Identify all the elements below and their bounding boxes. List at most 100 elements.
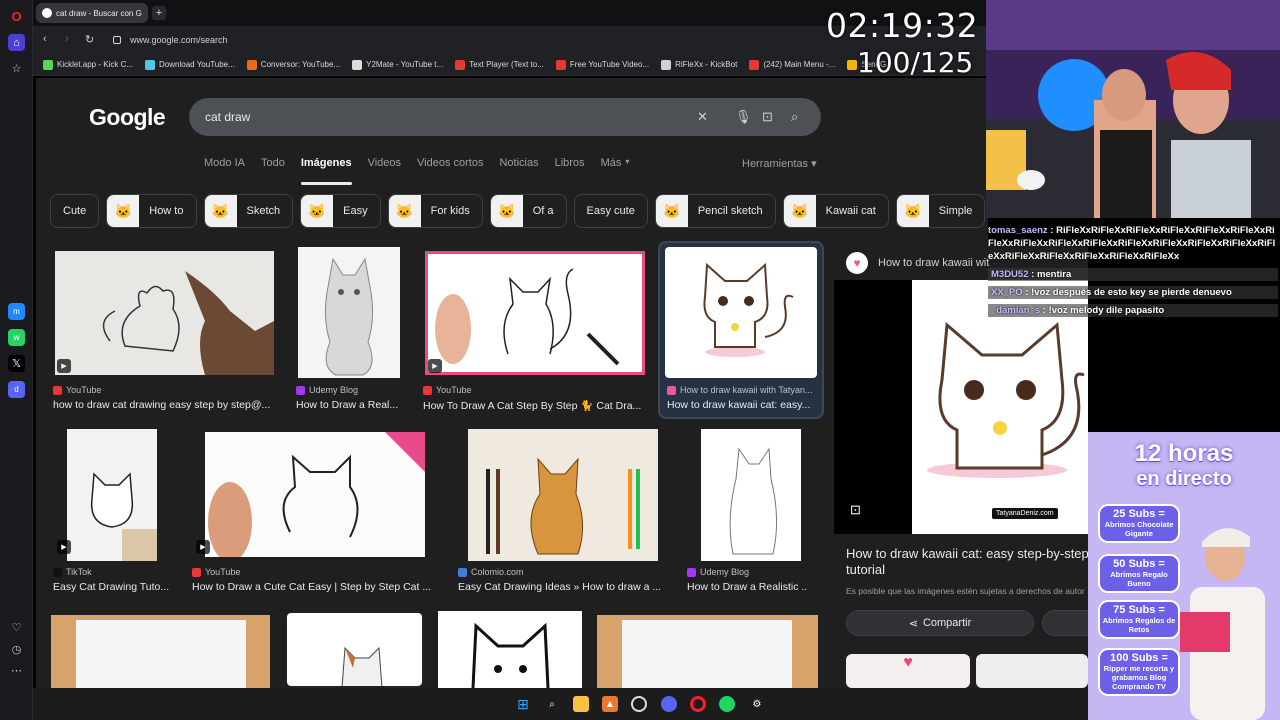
related-thumb-2[interactable]	[976, 654, 1088, 688]
result-image-5[interactable]	[67, 429, 157, 561]
bookmark-item[interactable]: Text Player (Text to...	[455, 59, 544, 70]
refinement-chip[interactable]: 🐱 Of a	[489, 194, 567, 228]
result-title[interactable]: Easy Cat Drawing Ideas » How to draw a .…	[458, 581, 668, 593]
refinement-chip[interactable]: 🐱 How to	[106, 194, 197, 228]
result-source[interactable]: Udemy Blog	[687, 567, 807, 577]
bookmark-label: Free YouTube Video...	[569, 60, 650, 69]
chip-label: How to	[149, 205, 184, 217]
opera-logo-icon[interactable]: O	[8, 8, 25, 25]
result-image-9[interactable]	[51, 615, 270, 688]
search-tab[interactable]: Videos cortos	[417, 157, 483, 177]
preview-title[interactable]: How to draw kawaii cat: easy step-by-ste…	[846, 546, 1088, 578]
search-tab[interactable]: Noticias	[499, 157, 538, 177]
opera-taskbar-icon[interactable]	[690, 696, 706, 712]
result-title[interactable]: How to Draw a Real...	[296, 399, 406, 411]
new-tab-button[interactable]: +	[152, 6, 166, 20]
related-thumb-1[interactable]: ♥	[846, 654, 970, 688]
heart-icon[interactable]: ♡	[8, 619, 25, 636]
refinement-chip[interactable]: Cute	[50, 194, 100, 228]
spotify-icon[interactable]	[719, 696, 735, 712]
result-source[interactable]: Udemy Blog	[296, 385, 406, 395]
result-image-2[interactable]	[298, 247, 400, 378]
source-favicon-icon	[667, 385, 676, 395]
lens-camera-icon[interactable]: ⊡	[762, 109, 773, 125]
bookmark-item[interactable]: Kicklet.app - Kick C...	[43, 59, 133, 70]
realistic-cat-image	[324, 257, 374, 376]
result-title[interactable]: How to Draw a Realistic ...	[687, 581, 807, 593]
bookmark-item[interactable]: (242) Main Menu -...	[749, 59, 835, 70]
result-source[interactable]: YouTube	[53, 385, 278, 395]
bookmarks-bar: Kicklet.app - Kick C... Download YouTube.…	[33, 54, 988, 76]
search-tab[interactable]: Libros	[555, 157, 585, 177]
url-text: www.google.com/search	[130, 35, 228, 45]
save-button[interactable]	[1042, 610, 1088, 636]
refinement-chip[interactable]: 🐱 Easy	[300, 194, 381, 228]
result-title[interactable]: How To Draw A Cat Step By Step 🐈 Cat Dra…	[423, 399, 648, 412]
result-source[interactable]: TikTok	[53, 567, 173, 577]
refinement-chip[interactable]: Easy cute	[573, 194, 648, 228]
bookmark-item[interactable]: Free YouTube Video...	[555, 59, 650, 70]
messenger-icon[interactable]: m	[8, 303, 25, 320]
result-image-8[interactable]	[701, 429, 801, 561]
result-source[interactable]: YouTube	[423, 385, 648, 395]
tab-google-search[interactable]: cat draw - Buscar con Go	[36, 3, 148, 23]
search-tab[interactable]: Imágenes	[300, 157, 352, 185]
preview-source[interactable]: ♥ How to draw kawaii wit	[846, 252, 989, 274]
result-image-1[interactable]	[55, 251, 274, 375]
result-image-10[interactable]	[285, 611, 424, 688]
home-icon[interactable]: ⌂	[8, 34, 25, 51]
x-twitter-icon[interactable]: 𝕏	[8, 355, 25, 372]
result-image-12[interactable]	[597, 615, 818, 688]
bookmark-item[interactable]: Download YouTube...	[145, 59, 235, 70]
chip-thumbnail-icon: 🐱	[301, 195, 334, 227]
result-source[interactable]: Colomio.com	[458, 567, 668, 577]
refinement-chip[interactable]: 🐱 Sketch	[203, 194, 294, 228]
more-dots-icon[interactable]: ⋯	[8, 662, 25, 679]
history-clock-icon[interactable]: ◷	[8, 641, 25, 658]
app-orange-icon[interactable]: ▲	[602, 696, 618, 712]
refinement-chip[interactable]: 🐱 For kids	[387, 194, 483, 228]
promo-goal: 50 Subs = Abrimos Regalo Bueno	[1098, 554, 1180, 593]
refinement-chip[interactable]: 🐱 Pencil sketch	[654, 194, 776, 228]
visual-search-icon[interactable]: ⊡	[850, 502, 861, 518]
search-tab[interactable]: Videos	[368, 157, 401, 177]
search-tab[interactable]: Modo IA	[204, 157, 245, 177]
result-source[interactable]: YouTube	[192, 567, 437, 577]
result-title[interactable]: How to Draw a Cute Cat Easy | Step by St…	[192, 581, 437, 593]
clear-icon[interactable]: ✕	[697, 109, 708, 125]
settings-gear-icon[interactable]: ⚙	[749, 696, 765, 712]
result-title[interactable]: Easy Cat Drawing Tuto...	[53, 581, 173, 593]
refinement-chip[interactable]: 🐱 Simple	[895, 194, 986, 228]
result-image-6[interactable]	[205, 432, 425, 557]
search-icon[interactable]: ⌕	[791, 109, 798, 125]
refinement-chip[interactable]: 🐱 Kawaii cat	[782, 194, 889, 228]
google-logo[interactable]: Google	[89, 104, 166, 131]
search-tab[interactable]: Todo	[261, 157, 285, 177]
result-image-11[interactable]	[438, 611, 582, 688]
result-source[interactable]: How to draw kawaii with Tatyan...	[667, 385, 817, 395]
bookmark-item[interactable]: Y2Mate - YouTube t...	[352, 59, 443, 70]
search-tab[interactable]: Más	[601, 157, 622, 177]
share-button[interactable]: ⋖ Compartir	[846, 610, 1034, 636]
microphone-icon[interactable]: 🎙	[735, 109, 752, 125]
result-image-7[interactable]	[468, 429, 658, 561]
result-title[interactable]: How to draw kawaii cat: easy...	[667, 399, 817, 411]
obs-icon[interactable]	[631, 696, 647, 712]
result-image-3[interactable]	[425, 251, 645, 375]
discord-taskbar-icon[interactable]	[661, 696, 677, 712]
bookmark-item[interactable]: Conversor: YouTube...	[246, 59, 340, 70]
file-explorer-icon[interactable]	[573, 696, 589, 712]
bookmark-star-icon[interactable]: ☆	[8, 60, 25, 77]
result-title[interactable]: how to draw cat drawing easy step by ste…	[53, 399, 278, 411]
back-icon[interactable]: ‹	[43, 33, 47, 45]
discord-icon[interactable]: d	[8, 381, 25, 398]
forward-icon[interactable]: ›	[65, 33, 69, 45]
search-input[interactable]: cat draw ✕ 🎙 ⊡ ⌕	[189, 98, 821, 136]
result-image-4[interactable]	[665, 247, 817, 378]
reload-icon[interactable]: ↻	[85, 33, 94, 46]
windows-start-icon[interactable]: ⊞	[515, 696, 531, 712]
bookmark-item[interactable]: RiFleXx - KickBot	[661, 59, 737, 70]
taskbar-search-icon[interactable]: ⌕	[544, 696, 560, 712]
whatsapp-icon[interactable]: w	[8, 329, 25, 346]
tools-button[interactable]: Herramientas ▾	[742, 157, 817, 170]
